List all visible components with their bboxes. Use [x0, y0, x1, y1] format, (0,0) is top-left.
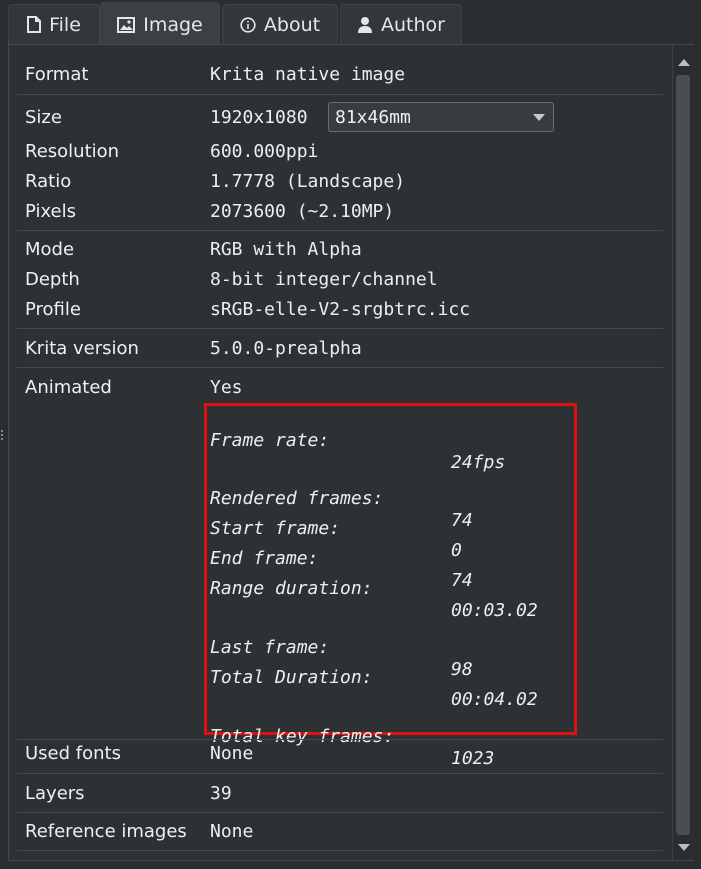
image-info-panel: Format Krita native image Size 1920x1080… — [8, 44, 694, 861]
divider — [17, 773, 663, 774]
image-icon — [117, 16, 136, 33]
divider — [17, 94, 663, 95]
reference-images-label: Reference images — [25, 821, 187, 842]
tab-label: About — [263, 13, 321, 36]
tab-author[interactable]: Author — [340, 4, 462, 44]
splitter-handle[interactable] — [0, 428, 4, 442]
frame-rate-label: Frame rate: — [210, 430, 330, 451]
tab-file[interactable]: File — [8, 4, 100, 44]
depth-value: 8-bit integer/channel — [210, 269, 438, 290]
ratio-label: Ratio — [25, 171, 72, 192]
info-icon — [240, 16, 256, 33]
size-unit-value: 81x46mm — [335, 106, 411, 128]
size-label: Size — [25, 107, 62, 128]
scrollbar-thumb[interactable] — [676, 75, 690, 835]
divider — [17, 230, 663, 231]
divider — [17, 739, 663, 740]
divider — [17, 328, 663, 329]
layers-value: 39 — [210, 783, 232, 804]
person-icon — [357, 16, 373, 33]
total-key-frames-row: Total key frames: 1023 — [210, 704, 570, 792]
depth-label: Depth — [25, 269, 80, 290]
tab-image[interactable]: Image — [100, 2, 220, 46]
scroll-up-icon[interactable] — [678, 59, 690, 66]
animated-label: Animated — [25, 377, 112, 398]
scroll-down-icon[interactable] — [678, 844, 690, 851]
layers-label: Layers — [25, 783, 85, 804]
reference-images-value: None — [210, 821, 254, 842]
krita-version-value: 5.0.0-prealpha — [210, 338, 362, 359]
size-unit-select[interactable]: 81x46mm — [328, 102, 554, 132]
format-label: Format — [25, 64, 89, 85]
used-fonts-value: None — [210, 743, 254, 764]
tab-label: Author — [381, 13, 445, 36]
total-key-frames-value: 1023 — [451, 748, 495, 769]
tab-label: File — [49, 13, 81, 36]
used-fonts-label: Used fonts — [25, 743, 121, 764]
vertical-scrollbar[interactable] — [672, 45, 694, 860]
resolution-value: 600.000ppi — [210, 141, 319, 162]
divider — [17, 367, 663, 368]
divider — [17, 850, 663, 851]
animated-value: Yes — [210, 377, 243, 398]
tab-bar: File Image About Author — [0, 0, 701, 46]
mode-label: Mode — [25, 239, 75, 260]
chevron-down-icon — [533, 114, 545, 121]
profile-label: Profile — [25, 299, 81, 320]
size-value: 1920x1080 — [210, 107, 308, 128]
mode-value: RGB with Alpha — [210, 239, 362, 260]
document-icon — [27, 16, 42, 33]
divider — [17, 812, 663, 813]
ratio-value: 1.7778 (Landscape) — [210, 171, 406, 192]
pixels-value: 2073600 (~2.10MP) — [210, 201, 395, 222]
range-duration-label: Range duration: — [210, 578, 373, 599]
format-value: Krita native image — [210, 64, 406, 85]
resolution-label: Resolution — [25, 141, 120, 162]
tab-about[interactable]: About — [222, 4, 338, 44]
profile-value: sRGB-elle-V2-srgbtrc.icc — [210, 299, 471, 320]
tab-label: Image — [143, 13, 203, 36]
krita-version-label: Krita version — [25, 338, 139, 359]
total-duration-label: Total Duration: — [210, 667, 373, 688]
info-list: Format Krita native image Size 1920x1080… — [9, 45, 670, 860]
pixels-label: Pixels — [25, 201, 77, 222]
